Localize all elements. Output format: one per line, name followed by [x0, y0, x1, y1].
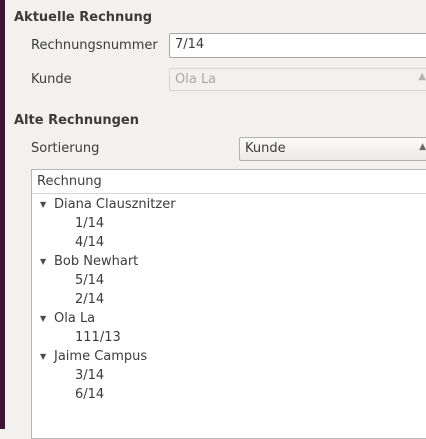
invoice-tree[interactable]: Rechnung ▼ Diana Clausznitzer 1/14 4/14 ▼…: [31, 169, 426, 439]
customer-combo-value: Ola La: [175, 72, 217, 87]
tree-group-row[interactable]: ▼ Ola La: [40, 309, 95, 328]
tree-column-header-label: Rechnung: [37, 174, 102, 189]
tree-group-label: Ola La: [54, 311, 96, 326]
triangle-down-icon[interactable]: ▼: [40, 347, 54, 366]
tree-invoice-row[interactable]: 5/14: [75, 271, 104, 290]
triangle-down-icon[interactable]: ▼: [40, 252, 54, 271]
tree-invoice-label: 6/14: [75, 387, 105, 402]
invoice-number-value: 7/14: [175, 37, 205, 52]
triangle-down-icon[interactable]: ▼: [40, 195, 54, 214]
current-invoice-section-title: Aktuelle Rechnung: [14, 10, 153, 25]
chevron-updown-icon: ▲: [419, 142, 426, 152]
tree-group-row[interactable]: ▼ Bob Newhart: [40, 252, 138, 271]
customer-label: Kunde: [31, 72, 72, 87]
chevron-updown-icon: ▲: [418, 71, 426, 82]
tree-column-header[interactable]: Rechnung: [32, 170, 426, 194]
triangle-down-icon[interactable]: ▼: [40, 309, 54, 328]
tree-invoice-row[interactable]: 111/13: [75, 328, 121, 347]
tree-group-row[interactable]: ▼ Jaime Campus: [40, 347, 147, 366]
tree-invoice-row[interactable]: 1/14: [75, 214, 104, 233]
tree-group-label: Jaime Campus: [54, 349, 148, 364]
tree-invoice-row[interactable]: 3/14: [75, 366, 104, 385]
window-left-border: [0, 0, 5, 429]
tree-group-label: Bob Newhart: [54, 254, 139, 269]
tree-invoice-row[interactable]: 4/14: [75, 233, 104, 252]
invoice-number-label: Rechnungsnummer: [31, 38, 158, 53]
customer-combo: Ola La ▲: [169, 68, 426, 91]
tree-invoice-label: 4/14: [75, 235, 105, 250]
tree-invoice-label: 5/14: [75, 273, 105, 288]
sort-combo-value: Kunde: [245, 141, 286, 156]
sort-label: Sortierung: [31, 141, 100, 156]
tree-invoice-row[interactable]: 6/14: [75, 385, 104, 404]
invoice-number-field[interactable]: 7/14: [169, 33, 426, 58]
tree-group-label: Diana Clausznitzer: [54, 197, 176, 212]
tree-invoice-label: 2/14: [75, 292, 105, 307]
tree-group-row[interactable]: ▼ Diana Clausznitzer: [40, 195, 176, 214]
old-invoices-section-title: Alte Rechnungen: [14, 113, 140, 128]
tree-invoice-label: 1/14: [75, 216, 105, 231]
sort-combo[interactable]: Kunde ▲: [239, 137, 426, 161]
tree-invoice-label: 3/14: [75, 368, 105, 383]
tree-invoice-row[interactable]: 2/14: [75, 290, 104, 309]
tree-invoice-label: 111/13: [75, 330, 121, 345]
